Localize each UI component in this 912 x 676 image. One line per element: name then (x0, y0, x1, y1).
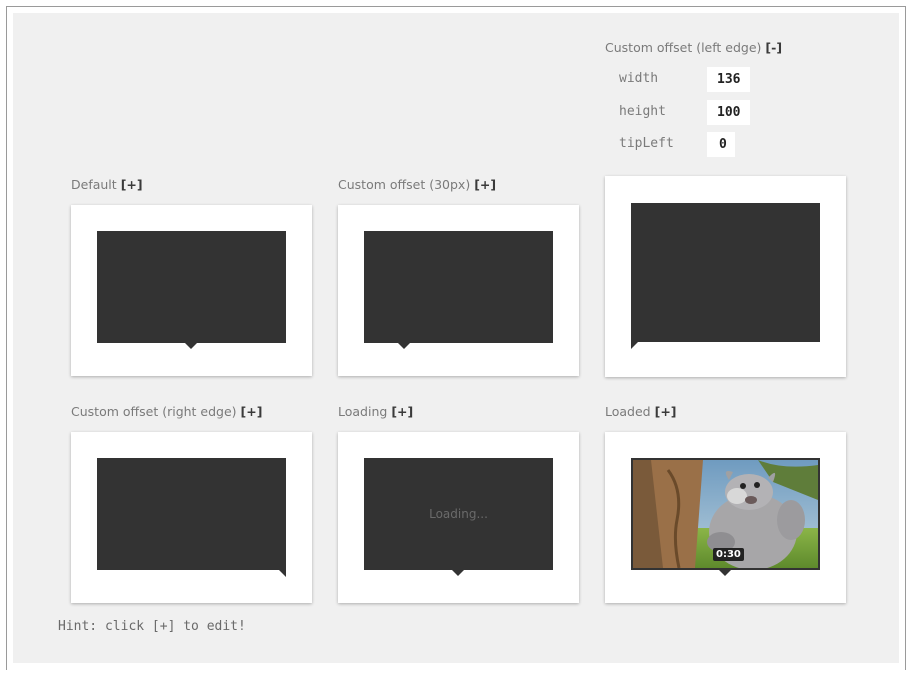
field-width: width 136 (605, 67, 805, 92)
thumbnail-card-right-edge[interactable] (71, 432, 312, 603)
field-width-label: width (619, 71, 659, 86)
hint-text: Hint: click [+] to edit! (58, 619, 246, 634)
card-label-loading: Loading [+] (338, 404, 413, 419)
card-label-right-edge: Custom offset (right edge) [+] (71, 404, 262, 419)
card-label-default: Default [+] (71, 177, 143, 192)
field-tipleft-label: tipLeft (619, 136, 674, 151)
field-height: height 100 (605, 100, 805, 125)
tooltip-tip (631, 342, 638, 349)
preview-screen (364, 231, 553, 343)
video-thumbnail[interactable]: 0:30 (631, 458, 820, 570)
tooltip-tip (279, 570, 286, 577)
edit-toggle-loaded[interactable]: [+] (655, 404, 677, 419)
tooltip-tip (452, 570, 464, 576)
thumbnail-card-offset-30[interactable] (338, 205, 579, 376)
card-label-offset-30: Custom offset (30px) [+] (338, 177, 496, 192)
thumbnail-card-loaded[interactable]: 0:30 (605, 432, 846, 603)
thumbnail-card-left-edge[interactable] (605, 176, 846, 377)
thumbnail-card-loading[interactable]: Loading... (338, 432, 579, 603)
collapse-toggle[interactable]: [-] (765, 40, 782, 55)
card-label-loaded: Loaded [+] (605, 404, 677, 419)
card-label-text: Custom offset (30px) (338, 177, 471, 192)
field-tipleft: tipLeft 0 (605, 132, 805, 157)
field-tipleft-input[interactable]: 0 (707, 132, 735, 157)
preview-screen: Loading... (364, 458, 553, 570)
edit-toggle-offset-30[interactable]: [+] (474, 177, 496, 192)
card-label-text: Custom offset (right edge) (71, 404, 237, 419)
tooltip-tip (185, 343, 197, 349)
field-width-input[interactable]: 136 (707, 67, 751, 92)
preview-screen (631, 203, 820, 342)
editor-title-text: Custom offset (left edge) (605, 40, 762, 55)
preview-screen (97, 458, 286, 570)
field-height-input[interactable]: 100 (707, 100, 751, 125)
edit-toggle-default[interactable]: [+] (121, 177, 143, 192)
card-label-text: Default (71, 177, 117, 192)
thumbnail-card-default[interactable] (71, 205, 312, 376)
tooltip-tip (719, 570, 731, 576)
card-label-text: Loaded (605, 404, 651, 419)
card-label-text: Loading (338, 404, 388, 419)
video-duration-badge: 0:30 (713, 548, 744, 561)
editor-fields: width 136 height 100 tipLeft 0 (605, 67, 805, 162)
preview-screen (97, 231, 286, 343)
field-height-label: height (619, 104, 666, 119)
edit-toggle-loading[interactable]: [+] (391, 404, 413, 419)
edit-toggle-right-edge[interactable]: [+] (241, 404, 263, 419)
editor-title: Custom offset (left edge) [-] (605, 40, 782, 55)
tooltip-tip (398, 343, 410, 349)
loading-text: Loading... (429, 507, 488, 521)
